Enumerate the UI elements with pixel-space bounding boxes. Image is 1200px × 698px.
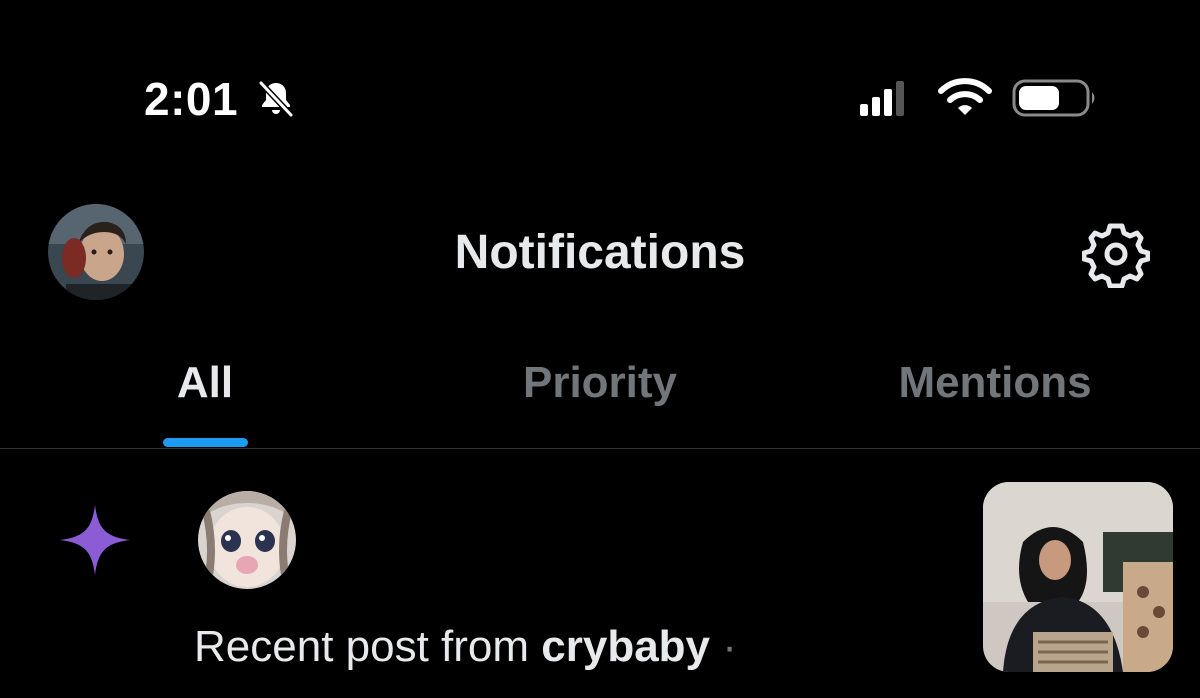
tab-all[interactable]: All: [120, 358, 290, 408]
active-tab-indicator: [163, 438, 248, 447]
notification-tabs: All Priority Mentions: [0, 340, 1200, 448]
wifi-icon: [938, 78, 992, 115]
notification-user-avatar[interactable]: [198, 491, 296, 589]
cellular-signal-icon: [860, 81, 904, 116]
page-title: Notifications: [454, 226, 746, 279]
post-thumbnail[interactable]: [983, 482, 1173, 672]
tab-priority[interactable]: Priority: [470, 358, 730, 408]
notification-username[interactable]: crybaby: [541, 622, 710, 671]
tabs-divider: [0, 448, 1200, 449]
notification-text-prefix: Recent post from: [194, 622, 542, 671]
notifications-screen: 2:01 Notifications All Priority Mentions…: [0, 0, 1200, 698]
gear-icon[interactable]: [1082, 220, 1150, 288]
bell-muted-icon: [258, 80, 294, 118]
notification-separator: ·: [710, 622, 737, 671]
status-time: 2:01: [144, 73, 239, 125]
notification-text[interactable]: Recent post from crybaby ·: [194, 622, 737, 672]
tab-mentions[interactable]: Mentions: [860, 358, 1130, 408]
sparkle-icon: [60, 505, 130, 575]
battery-icon: [1012, 79, 1095, 117]
